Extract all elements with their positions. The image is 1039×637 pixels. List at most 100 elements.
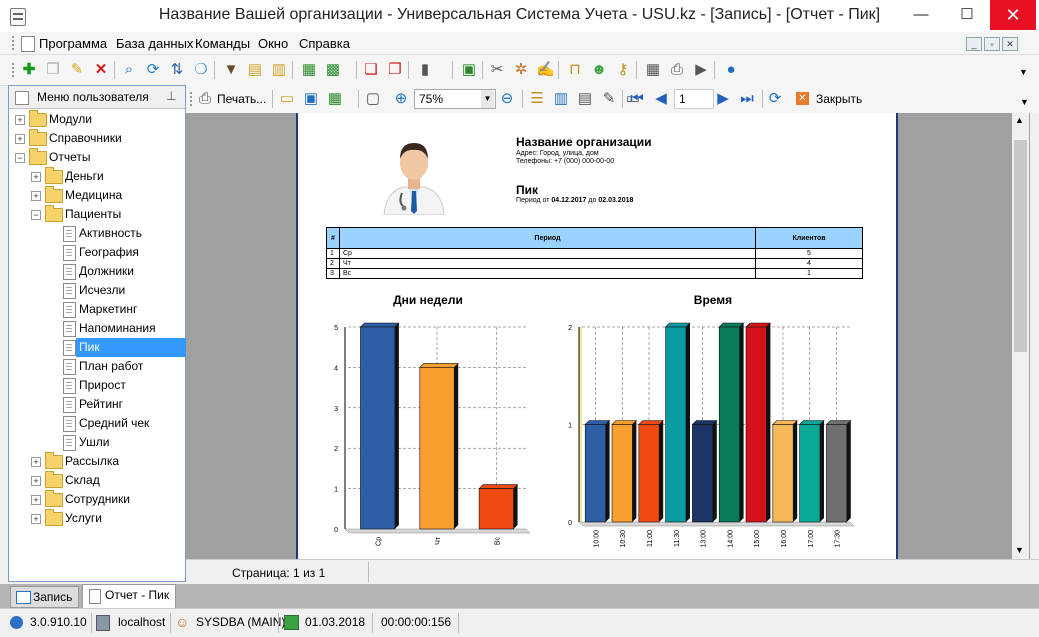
expand-icon[interactable]: + bbox=[31, 514, 41, 524]
tree-item[interactable]: + Сотрудники bbox=[9, 490, 185, 509]
mdi-close-button[interactable]: ✕ bbox=[1002, 37, 1018, 51]
tree-item[interactable]: Пик bbox=[9, 338, 187, 357]
open-icon[interactable]: ▭ bbox=[278, 90, 296, 108]
menu-database[interactable]: База данных bbox=[116, 36, 193, 51]
toolbar-grip[interactable] bbox=[12, 63, 17, 77]
last-page-icon[interactable]: ⏭ bbox=[738, 90, 756, 108]
scroll-down-icon[interactable]: ▼ bbox=[1015, 545, 1024, 555]
tree-item[interactable]: План работ bbox=[9, 357, 185, 376]
settings-icon[interactable]: ✲ bbox=[512, 61, 530, 79]
tree-item[interactable]: Прирост bbox=[9, 376, 185, 395]
comment-icon[interactable]: ❍ bbox=[192, 61, 210, 79]
tree-item[interactable]: Маркетинг bbox=[9, 300, 185, 319]
close-window-icon[interactable]: ❐ bbox=[386, 61, 404, 79]
maximize-button[interactable]: ☐ bbox=[944, 0, 990, 30]
notes-icon[interactable]: ✍ bbox=[536, 61, 555, 79]
menu-window[interactable]: Окно bbox=[258, 36, 288, 51]
zoom-in-icon[interactable]: ⊕ bbox=[392, 90, 410, 108]
tab-report-peak[interactable]: Отчет - Пик bbox=[82, 584, 177, 608]
export-menu-icon[interactable]: ▩ bbox=[324, 61, 342, 79]
menu-commands[interactable]: Команды bbox=[195, 36, 250, 51]
mdi-minimize-button[interactable]: _ bbox=[966, 37, 982, 51]
expand-icon[interactable]: + bbox=[31, 191, 41, 201]
play-icon[interactable]: ▶ bbox=[692, 61, 710, 79]
page-number-input[interactable]: 1 bbox=[674, 89, 714, 109]
tree-item[interactable]: Должники bbox=[9, 262, 185, 281]
minimize-button[interactable]: — bbox=[898, 0, 944, 30]
tools-icon[interactable]: ✂ bbox=[488, 61, 506, 79]
chevron-down-icon[interactable]: ▼ bbox=[481, 90, 494, 108]
tree-item[interactable]: Активность bbox=[9, 224, 185, 243]
delete-icon[interactable]: ✕ bbox=[92, 61, 110, 79]
tree-item[interactable]: Исчезли bbox=[9, 281, 185, 300]
tree-item[interactable]: География bbox=[9, 243, 185, 262]
export-icon[interactable]: ▦ bbox=[300, 61, 318, 79]
pin-icon[interactable]: ⊥ bbox=[166, 89, 176, 103]
close-button[interactable]: ✕ bbox=[990, 0, 1036, 30]
columns-icon[interactable]: ▮ bbox=[416, 61, 434, 79]
thumbnails-icon[interactable]: ▥ bbox=[552, 90, 570, 108]
expand-icon[interactable]: + bbox=[15, 134, 25, 144]
tree-item[interactable]: + Склад bbox=[9, 471, 185, 490]
reload-icon[interactable]: ⟳ bbox=[766, 90, 784, 108]
tree-item[interactable]: + Модули bbox=[9, 110, 185, 129]
search-icon[interactable]: ⌕ bbox=[120, 61, 138, 79]
tab-record[interactable]: Запись bbox=[10, 586, 80, 608]
print-button[interactable]: Печать... bbox=[217, 92, 266, 106]
page-view-icon[interactable]: ▢ bbox=[364, 90, 382, 108]
prev-page-icon[interactable]: ◀ bbox=[652, 90, 670, 108]
expand-icon[interactable]: + bbox=[31, 495, 41, 505]
tree-item[interactable]: + Справочники bbox=[9, 129, 185, 148]
filter-icon[interactable]: ▼ bbox=[222, 61, 240, 79]
new-window-icon[interactable]: ❏ bbox=[362, 61, 380, 79]
keys-icon[interactable]: ⚷ bbox=[614, 61, 632, 79]
menu-grip[interactable] bbox=[12, 36, 17, 50]
tree-item[interactable]: + Услуги bbox=[9, 509, 185, 528]
add-icon[interactable]: ✚ bbox=[20, 61, 38, 79]
edit-icon[interactable]: ✎ bbox=[68, 61, 86, 79]
edit-page-icon[interactable]: ✎ bbox=[600, 90, 618, 108]
mdi-restore-button[interactable]: ▫ bbox=[984, 37, 1000, 51]
tree-item[interactable]: Напоминания bbox=[9, 319, 185, 338]
toolbar-grip[interactable] bbox=[190, 92, 195, 106]
filter-add-icon[interactable]: ▤ bbox=[246, 61, 264, 79]
tree-item[interactable]: + Медицина bbox=[9, 186, 185, 205]
save-icon[interactable]: ▣ bbox=[302, 90, 320, 108]
collapse-icon[interactable]: − bbox=[31, 210, 41, 220]
export-icon[interactable]: ▦ bbox=[326, 90, 344, 108]
lock-icon[interactable]: ⊓ bbox=[566, 61, 584, 79]
calendar-icon[interactable]: ▣ bbox=[460, 61, 478, 79]
expand-icon[interactable]: + bbox=[31, 172, 41, 182]
tree-item[interactable]: Средний чек bbox=[9, 414, 185, 433]
close-report-icon[interactable]: ✕ bbox=[796, 92, 809, 105]
filter-clear-icon[interactable]: ▥ bbox=[270, 61, 288, 79]
refresh-icon[interactable]: ⟳ bbox=[144, 61, 162, 79]
print-icon[interactable]: ⎙ bbox=[196, 90, 214, 108]
table-icon[interactable]: ▦ bbox=[644, 61, 662, 79]
close-report-button[interactable]: Закрыть bbox=[816, 92, 862, 106]
print-icon[interactable]: ⎙ bbox=[668, 61, 686, 79]
scroll-up-icon[interactable]: ▲ bbox=[1015, 115, 1024, 125]
next-page-icon[interactable]: ▶ bbox=[714, 90, 732, 108]
tree-item[interactable]: + Рассылка bbox=[9, 452, 185, 471]
copy-icon[interactable]: ❐ bbox=[44, 61, 62, 79]
first-page-icon[interactable]: ⏮ bbox=[628, 90, 646, 108]
find-icon[interactable]: ▤ bbox=[576, 90, 594, 108]
tree-item[interactable]: − Отчеты bbox=[9, 148, 185, 167]
tree-item[interactable]: + Деньги bbox=[9, 167, 185, 186]
tree-item[interactable]: − Пациенты bbox=[9, 205, 185, 224]
menu-program[interactable]: Программа bbox=[39, 36, 107, 51]
expand-icon[interactable]: + bbox=[15, 115, 25, 125]
toolbar-overflow-icon[interactable]: ▼ bbox=[1019, 67, 1028, 77]
expand-icon[interactable]: + bbox=[31, 457, 41, 467]
menu-help[interactable]: Справка bbox=[299, 36, 350, 51]
toolbar-overflow-icon[interactable]: ▼ bbox=[1020, 97, 1029, 107]
users-icon[interactable]: ☻ bbox=[590, 61, 608, 79]
expand-icon[interactable]: + bbox=[31, 476, 41, 486]
outline-icon[interactable]: ☰ bbox=[528, 90, 546, 108]
scrollbar-thumb[interactable] bbox=[1014, 140, 1027, 352]
tree-item[interactable]: Ушли bbox=[9, 433, 185, 452]
zoom-out-icon[interactable]: ⊖ bbox=[498, 90, 516, 108]
zoom-select[interactable]: 75% ▼ bbox=[414, 89, 496, 109]
info-icon[interactable]: ● bbox=[722, 61, 740, 79]
